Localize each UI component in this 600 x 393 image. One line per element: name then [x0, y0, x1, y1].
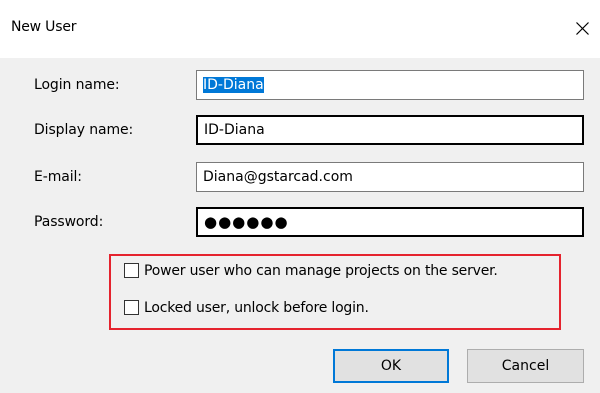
display-name-label: Display name:	[34, 122, 134, 138]
power-user-checkbox[interactable]	[124, 263, 139, 278]
password-value: ●●●●●●	[204, 213, 289, 231]
display-name-field[interactable]: ID-Diana	[196, 115, 584, 145]
login-name-label: Login name:	[34, 77, 120, 93]
dialog-title: New User	[11, 19, 77, 35]
close-button[interactable]	[566, 12, 600, 44]
close-icon	[576, 22, 589, 35]
locked-user-label: Locked user, unlock before login.	[144, 300, 369, 316]
password-label: Password:	[34, 214, 104, 230]
ok-button[interactable]: OK	[333, 349, 449, 383]
login-name-value: ID-Diana	[203, 77, 264, 93]
power-user-label: Power user who can manage projects on th…	[144, 263, 498, 279]
login-name-field[interactable]: ID-Diana	[196, 70, 584, 100]
email-field[interactable]: Diana@gstarcad.com	[196, 162, 584, 192]
new-user-dialog: New User Login name: ID-Diana Display na…	[0, 0, 600, 393]
email-value: Diana@gstarcad.com	[203, 169, 353, 185]
display-name-value: ID-Diana	[204, 122, 265, 138]
title-bar: New User	[0, 0, 600, 58]
locked-user-checkbox[interactable]	[124, 300, 139, 315]
password-field[interactable]: ●●●●●●	[196, 207, 584, 237]
cancel-button[interactable]: Cancel	[467, 349, 584, 383]
email-label: E-mail:	[34, 169, 82, 185]
